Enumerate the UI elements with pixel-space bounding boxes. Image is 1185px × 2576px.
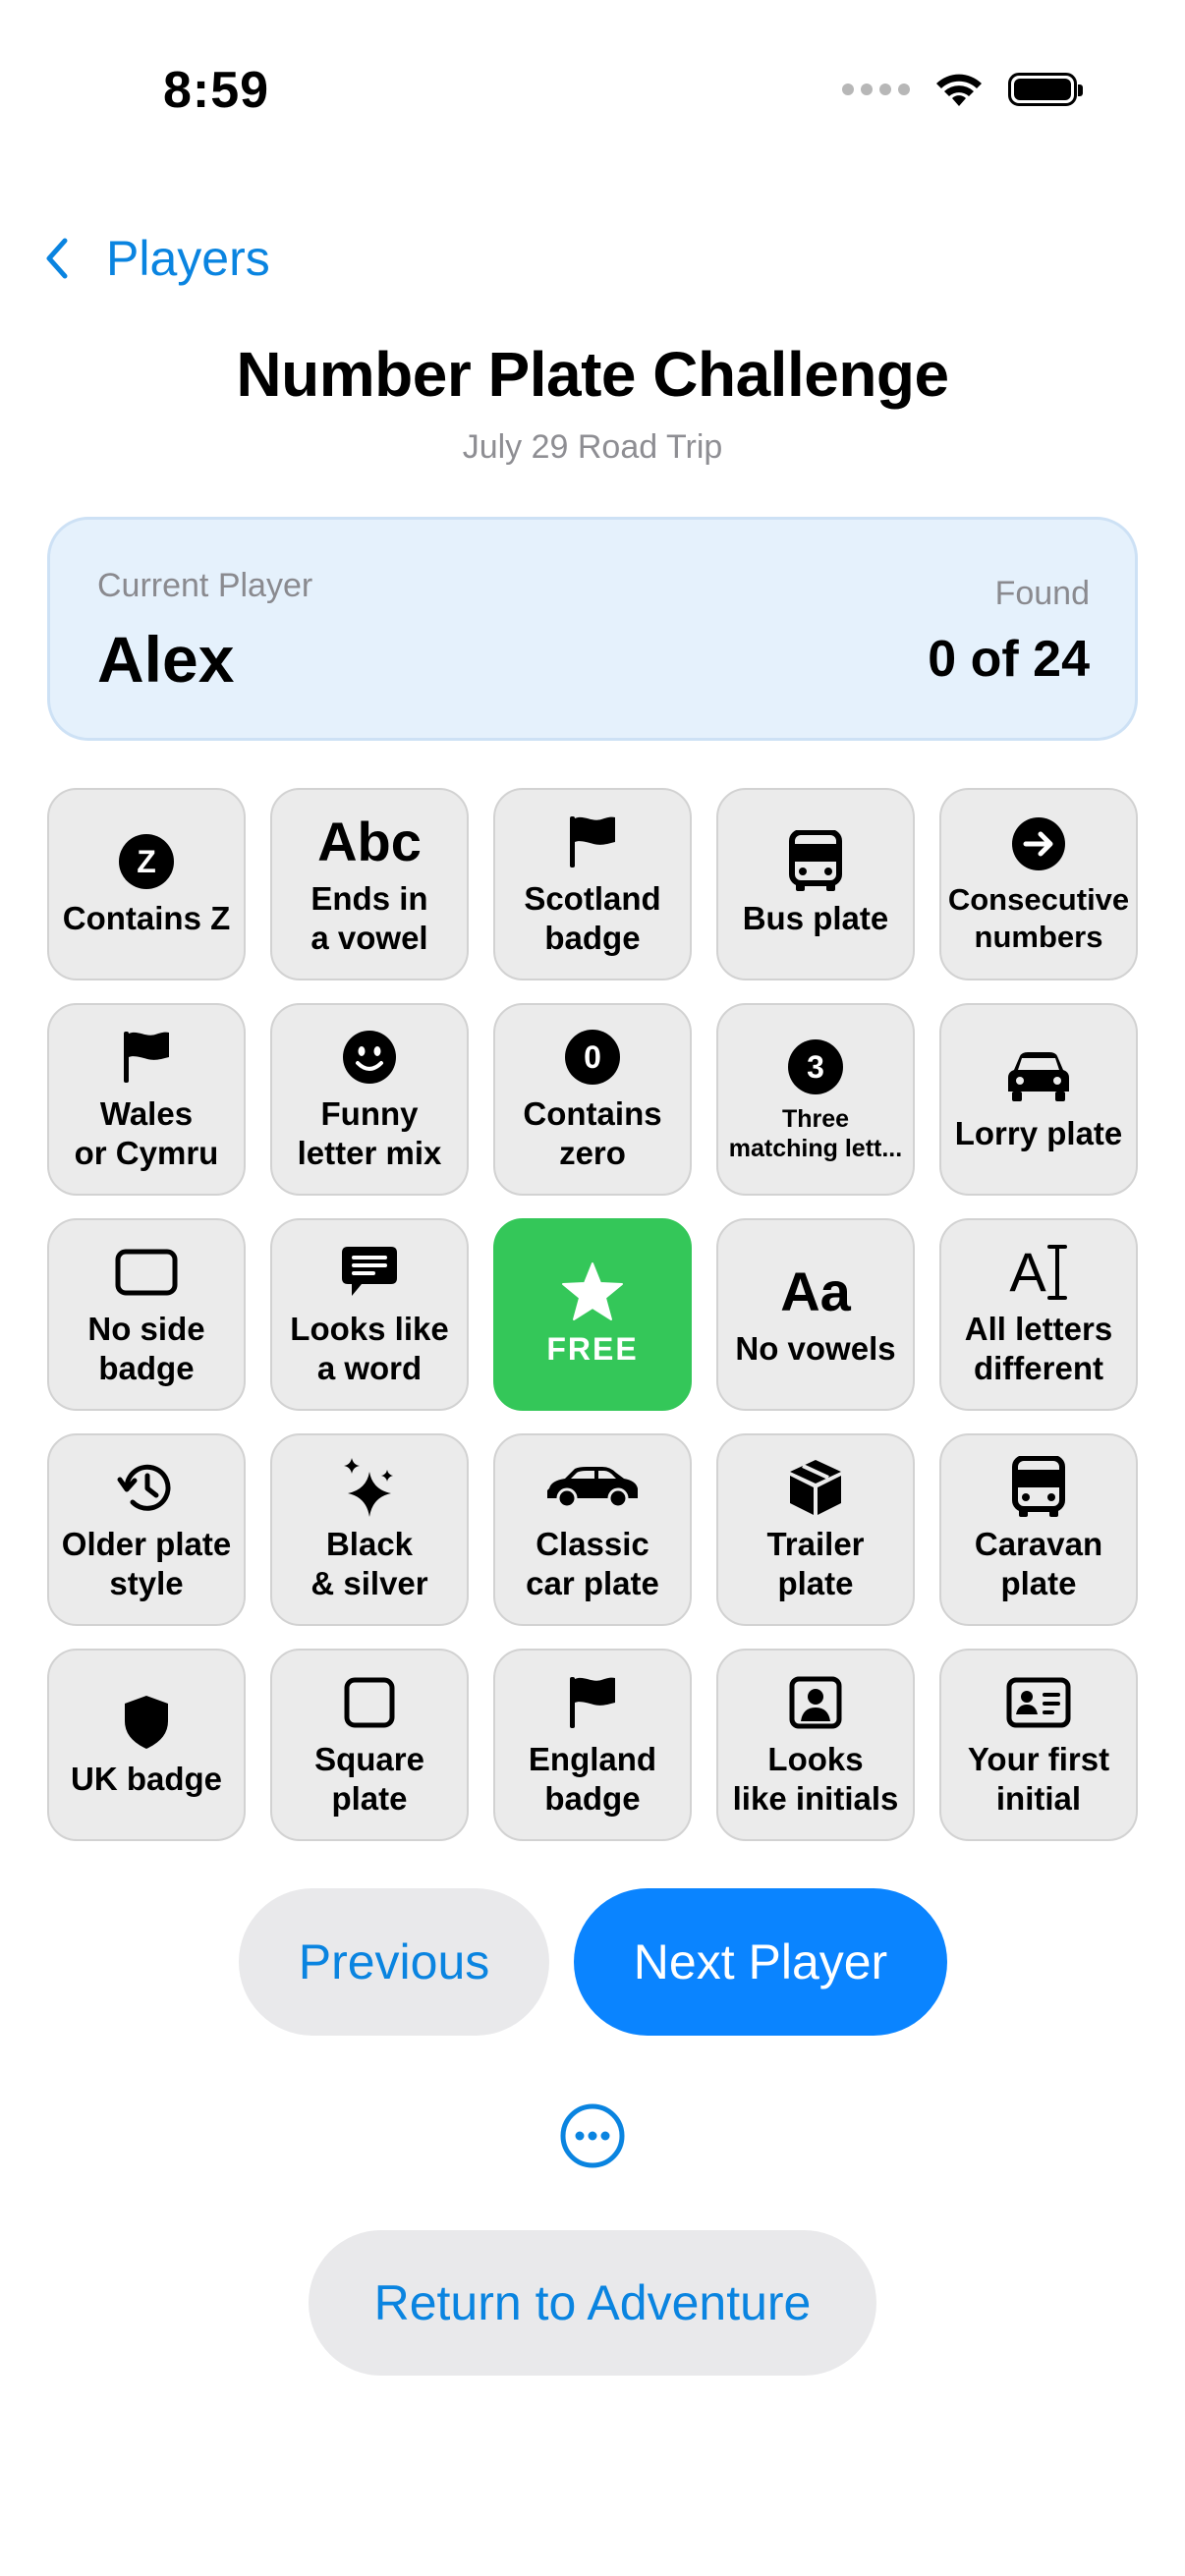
tile-uk-badge[interactable]: UK badge <box>47 1649 246 1841</box>
tile-three-matching-letters[interactable]: 3 Three matching lett... <box>716 1003 915 1196</box>
ellipsis-circle-icon <box>560 2103 625 2168</box>
page-title: Number Plate Challenge <box>236 339 949 410</box>
tile-older-plate-style[interactable]: Older plate style <box>47 1433 246 1626</box>
challenge-grid: Z Contains Z Abc Ends in a vowel Scotlan… <box>47 788 1138 1841</box>
tile-label: No side badge <box>87 1311 205 1386</box>
tile-label: Square plate <box>314 1741 424 1817</box>
signal-icon <box>842 84 910 95</box>
tile-wales-or-cymru[interactable]: Wales or Cymru <box>47 1003 246 1196</box>
found-label: Found <box>994 575 1090 612</box>
current-player-label: Current Player <box>97 567 313 604</box>
tile-label: Scotland badge <box>524 880 661 956</box>
abc-text-icon: Abc <box>317 811 422 872</box>
flag-icon <box>570 1677 615 1728</box>
person-square-icon <box>789 1676 842 1729</box>
screen: 8:59 Players Number Plate Challenge July… <box>0 0 1185 2576</box>
chevron-left-icon <box>46 238 68 279</box>
sparkles-icon <box>344 1458 393 1517</box>
tile-consecutive-numbers[interactable]: Consecutive numbers <box>939 788 1138 980</box>
status-time: 8:59 <box>163 62 270 119</box>
battery-icon <box>1008 73 1083 106</box>
flag-icon <box>124 1032 169 1083</box>
tile-label: Looks like initials <box>732 1741 899 1817</box>
z-circle-icon: Z <box>119 834 174 889</box>
flag-icon <box>570 816 615 868</box>
tile-no-vowels[interactable]: Aa No vowels <box>716 1218 915 1411</box>
tile-label: Bus plate <box>742 900 889 936</box>
more-options-button[interactable] <box>559 2102 626 2174</box>
id-card-icon <box>1006 1677 1071 1728</box>
back-button[interactable]: Players <box>45 230 270 287</box>
tile-label: FREE <box>546 1331 639 1367</box>
tile-label: Trailer plate <box>766 1526 865 1601</box>
three-circle-icon: 3 <box>788 1039 843 1094</box>
tile-ends-in-vowel[interactable]: Abc Ends in a vowel <box>270 788 469 980</box>
bus-icon <box>1012 1456 1065 1517</box>
tile-trailer-plate[interactable]: Trailer plate <box>716 1433 915 1626</box>
tile-label: Contains zero <box>523 1095 662 1171</box>
tile-looks-like-word[interactable]: Looks like a word <box>270 1218 469 1411</box>
arrow-right-circle-icon <box>1012 817 1065 870</box>
smiley-icon <box>343 1031 396 1084</box>
status-icons <box>842 71 1083 108</box>
tile-your-first-initial[interactable]: Your first initial <box>939 1649 1138 1841</box>
star-icon <box>562 1262 623 1320</box>
car-side-icon <box>547 1467 638 1509</box>
tile-bus-plate[interactable]: Bus plate <box>716 788 915 980</box>
tile-contains-z[interactable]: Z Contains Z <box>47 788 246 980</box>
tile-label: UK badge <box>70 1761 222 1797</box>
aa-text-icon: Aa <box>780 1260 851 1322</box>
tile-label: Classic car plate <box>526 1526 659 1601</box>
tile-label: Lorry plate <box>954 1115 1123 1151</box>
text-cursor-icon: A <box>1009 1241 1067 1304</box>
tile-england-badge[interactable]: England badge <box>493 1649 692 1841</box>
tile-all-letters-different[interactable]: A All letters different <box>939 1218 1138 1411</box>
tile-label: Your first initial <box>967 1741 1110 1817</box>
tile-contains-zero[interactable]: 0 Contains zero <box>493 1003 692 1196</box>
tile-label: Contains Z <box>62 900 231 936</box>
tile-label: Ends in a vowel <box>310 880 428 956</box>
rectangle-icon <box>115 1249 178 1296</box>
square-icon <box>344 1677 395 1728</box>
tile-no-side-badge[interactable]: No side badge <box>47 1218 246 1411</box>
tile-label: Older plate style <box>61 1526 232 1601</box>
tile-classic-car-plate[interactable]: Classic car plate <box>493 1433 692 1626</box>
tile-free[interactable]: FREE <box>493 1218 692 1411</box>
next-player-button[interactable]: Next Player <box>574 1888 947 2036</box>
shield-icon <box>125 1696 168 1749</box>
tile-lorry-plate[interactable]: Lorry plate <box>939 1003 1138 1196</box>
tile-label: No vowels <box>735 1330 896 1367</box>
tile-label: Three matching lett... <box>728 1105 903 1162</box>
box-icon <box>790 1460 841 1515</box>
tile-funny-letter-mix[interactable]: Funny letter mix <box>270 1003 469 1196</box>
current-player-card: Current Player Alex Found 0 of 24 <box>47 517 1138 741</box>
tile-label: Funny letter mix <box>297 1095 442 1171</box>
tile-scotland-badge[interactable]: Scotland badge <box>493 788 692 980</box>
tile-label: Caravan plate <box>974 1526 1103 1601</box>
tile-black-and-silver[interactable]: Black & silver <box>270 1433 469 1626</box>
tile-square-plate[interactable]: Square plate <box>270 1649 469 1841</box>
return-to-adventure-button[interactable]: Return to Adventure <box>309 2230 876 2376</box>
speech-bubble-icon <box>342 1247 397 1296</box>
page-subtitle: July 29 Road Trip <box>462 428 723 466</box>
tile-label: Wales or Cymru <box>74 1095 219 1171</box>
tile-label: Looks like a word <box>290 1311 449 1386</box>
bus-icon <box>789 830 842 891</box>
tile-caravan-plate[interactable]: Caravan plate <box>939 1433 1138 1626</box>
tile-looks-like-initials[interactable]: Looks like initials <box>716 1649 915 1841</box>
back-label: Players <box>106 231 270 286</box>
found-count: 0 of 24 <box>928 631 1090 688</box>
previous-button[interactable]: Previous <box>239 1888 549 2036</box>
tile-label: All letters different <box>964 1311 1113 1386</box>
current-player-name: Alex <box>97 623 235 696</box>
tile-label: England badge <box>528 1741 657 1817</box>
tile-label: Black & silver <box>310 1526 428 1601</box>
zero-circle-icon: 0 <box>565 1030 620 1085</box>
wifi-icon <box>936 74 982 106</box>
tile-label: Consecutive numbers <box>947 882 1130 954</box>
history-clock-icon <box>117 1464 171 1511</box>
car-front-icon <box>1008 1052 1069 1101</box>
